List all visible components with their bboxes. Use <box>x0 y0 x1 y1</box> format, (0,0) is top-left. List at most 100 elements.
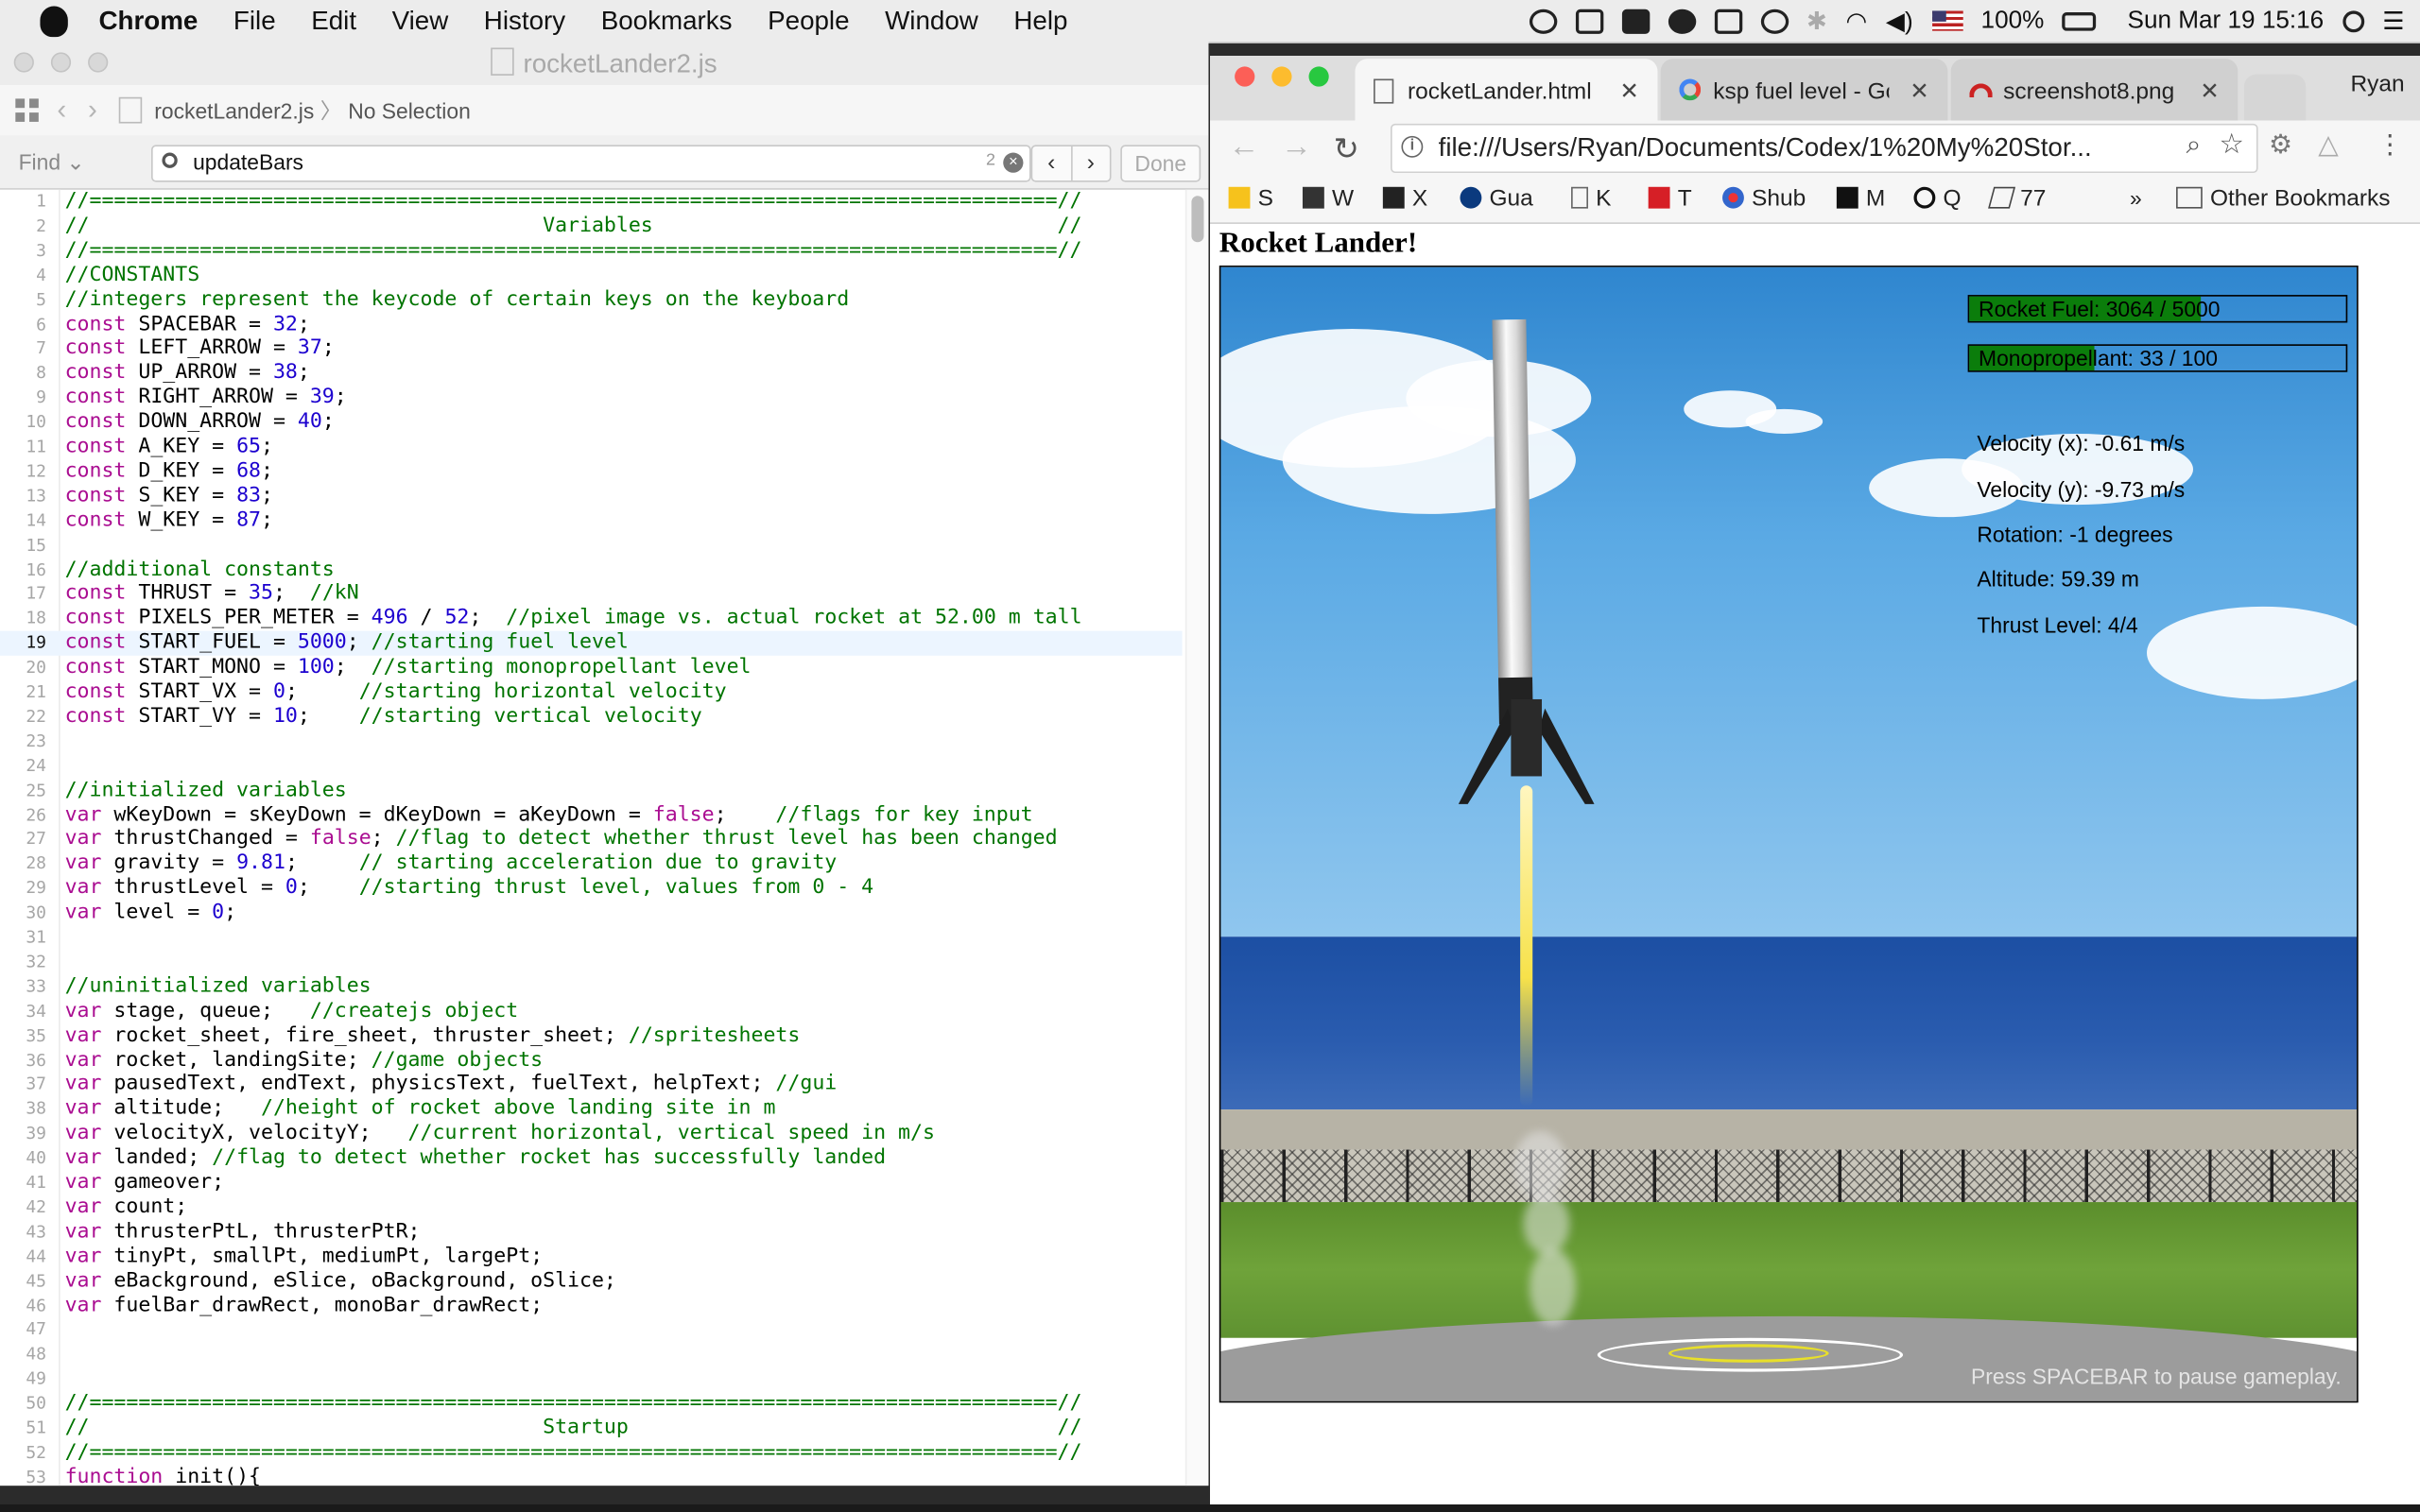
bookmark-star-icon[interactable]: ☆ <box>2220 129 2244 161</box>
back-arrow-icon[interactable]: ‹ <box>57 94 66 127</box>
notification-center-icon[interactable]: ☰ <box>2382 6 2404 37</box>
spotlight-search-icon[interactable] <box>2342 9 2364 32</box>
code-text[interactable]: const A_KEY = 65; <box>65 435 273 459</box>
tab-rocketlander[interactable]: rocketLander.html ✕ <box>1355 59 1658 121</box>
code-line[interactable]: 40 var landed; //flag to detect whether r… <box>0 1146 1183 1171</box>
code-text[interactable]: var velocityX, velocityY; //current hori… <box>65 1122 935 1146</box>
code-line[interactable]: 14 const W_KEY = 87; <box>0 508 1183 533</box>
menu-file[interactable]: File <box>233 6 276 37</box>
lock-circle-icon[interactable] <box>1668 8 1696 34</box>
new-tab-button[interactable] <box>2243 74 2307 121</box>
code-line[interactable]: 20 const START_MONO = 100; //starting mon… <box>0 656 1183 680</box>
code-text[interactable]: const SPACEBAR = 32; <box>65 313 310 337</box>
menu-app-name[interactable]: Chrome <box>98 6 198 37</box>
minimize-button[interactable] <box>1271 66 1292 87</box>
clock[interactable]: Sun Mar 19 15:16 <box>2128 7 2325 34</box>
code-text[interactable]: var level = 0; <box>65 902 237 926</box>
code-line[interactable]: 9 const RIGHT_ARROW = 39; <box>0 386 1183 410</box>
code-line[interactable]: 53 function init(){ <box>0 1466 1183 1486</box>
code-line[interactable]: 34 var stage, queue; //createjs object <box>0 999 1183 1023</box>
code-line[interactable]: 6 const SPACEBAR = 32; <box>0 313 1183 337</box>
apple-icon[interactable] <box>40 5 68 37</box>
code-text[interactable]: const S_KEY = 83; <box>65 484 273 508</box>
code-text[interactable]: var pausedText, endText, physicsText, fu… <box>65 1073 838 1097</box>
drive-icon[interactable]: △ <box>2318 129 2338 161</box>
code-text[interactable]: //additional constants <box>65 558 335 582</box>
code-text[interactable]: // Startup // <box>65 1417 1082 1441</box>
code-line[interactable]: 17 const THRUST = 35; //kN <box>0 582 1183 607</box>
code-text[interactable]: // Variables // <box>65 215 1082 239</box>
tab-google-search[interactable]: ksp fuel level - Go ✕ <box>1660 59 1948 121</box>
code-line[interactable]: 41 var gameover; <box>0 1171 1183 1195</box>
code-line[interactable]: 19 const START_FUEL = 5000; //starting fu… <box>0 630 1183 657</box>
code-line[interactable]: 38 var altitude; //height of rocket above… <box>0 1097 1183 1122</box>
bookmark-s[interactable]: S <box>1228 185 1273 212</box>
bookmark-77[interactable]: 77 <box>1988 185 2046 212</box>
code-line[interactable]: 47 <box>0 1318 1183 1343</box>
code-editor[interactable]: 1 //=====================================… <box>0 189 1209 1486</box>
bookmark-k[interactable]: K <box>1571 185 1612 212</box>
menu-help[interactable]: Help <box>1013 6 1067 37</box>
code-text[interactable]: const LEFT_ARROW = 37; <box>65 336 335 361</box>
lock-icon[interactable] <box>1714 8 1742 34</box>
forward-icon[interactable]: → <box>1281 129 1312 165</box>
next-match-button[interactable]: › <box>1072 146 1110 180</box>
address-bar[interactable]: i file:///Users/Ryan/Documents/Codex/1%2… <box>1391 123 2258 174</box>
related-items-icon[interactable] <box>15 98 39 122</box>
site-info-icon[interactable]: i <box>1401 135 1424 158</box>
code-text[interactable]: //======================================… <box>65 1392 1082 1417</box>
bookmark-q[interactable]: Q <box>1913 185 1962 212</box>
menu-icon[interactable]: ⋮ <box>2377 129 2403 161</box>
editor-scrollbar[interactable] <box>1184 189 1209 1486</box>
code-line[interactable]: 37 var pausedText, endText, physicsText, … <box>0 1073 1183 1097</box>
code-line[interactable]: 48 <box>0 1343 1183 1367</box>
code-line[interactable]: 1 //=====================================… <box>0 190 1183 215</box>
code-text[interactable]: var wKeyDown = sKeyDown = dKeyDown = aKe… <box>65 803 1033 828</box>
code-text[interactable]: var thrusterPtL, thrusterPtR; <box>65 1220 421 1245</box>
terminal-icon[interactable] <box>1621 8 1650 34</box>
code-text[interactable]: const D_KEY = 68; <box>65 459 273 484</box>
code-text[interactable]: var landed; //flag to detect whether roc… <box>65 1146 887 1171</box>
search-icon[interactable] <box>162 152 178 168</box>
code-text[interactable]: //======================================… <box>65 239 1082 264</box>
code-text[interactable]: var count; <box>65 1195 188 1220</box>
code-text[interactable]: var gravity = 9.81; // starting accelera… <box>65 852 838 877</box>
code-line[interactable]: 21 const START_VX = 0; //starting horizon… <box>0 680 1183 705</box>
code-line[interactable]: 3 //=====================================… <box>0 239 1183 264</box>
code-text[interactable]: var thrustLevel = 0; //starting thrust l… <box>65 877 874 902</box>
code-line[interactable]: 22 const START_VY = 10; //starting vertic… <box>0 705 1183 730</box>
breadcrumb-selection[interactable]: No Selection <box>348 98 471 123</box>
code-text[interactable]: const START_MONO = 100; //starting monop… <box>65 656 752 680</box>
code-line[interactable]: 35 var rocket_sheet, fire_sheet, thruster… <box>0 1023 1183 1048</box>
menu-history[interactable]: History <box>484 6 565 37</box>
back-icon[interactable]: ← <box>1229 129 1260 165</box>
code-line[interactable]: 39 var velocityX, velocityY; //current ho… <box>0 1122 1183 1146</box>
breadcrumb-file[interactable]: rocketLander2.js <box>154 98 314 123</box>
code-line[interactable]: 26 var wKeyDown = sKeyDown = dKeyDown = a… <box>0 803 1183 828</box>
code-text[interactable]: //uninitialized variables <box>65 974 372 999</box>
zoom-button[interactable] <box>88 52 109 73</box>
previous-match-button[interactable]: ‹ <box>1032 146 1072 180</box>
code-line[interactable]: 12 const D_KEY = 68; <box>0 459 1183 484</box>
code-text[interactable]: var thrustChanged = false; //flag to det… <box>65 828 1058 852</box>
menu-bookmarks[interactable]: Bookmarks <box>601 6 733 37</box>
code-line[interactable]: 31 <box>0 926 1183 951</box>
code-line[interactable]: 25 //initialized variables <box>0 779 1183 803</box>
find-query[interactable]: updateBars <box>193 149 303 174</box>
code-line[interactable]: 42 var count; <box>0 1195 1183 1220</box>
code-line[interactable]: 36 var rocket, landingSite; //game object… <box>0 1048 1183 1073</box>
other-bookmarks[interactable]: Other Bookmarks <box>2176 185 2391 212</box>
code-line[interactable]: 30 var level = 0; <box>0 902 1183 926</box>
code-text[interactable]: //initialized variables <box>65 779 347 803</box>
volume-icon[interactable]: ◀) <box>1886 6 1913 37</box>
code-line[interactable]: 18 const PIXELS_PER_METER = 496 / 52; //p… <box>0 607 1183 631</box>
code-line[interactable]: 50 //====================================… <box>0 1392 1183 1417</box>
bookmark-w[interactable]: W <box>1302 185 1354 212</box>
battery-icon[interactable] <box>2062 11 2097 30</box>
time-machine-icon[interactable] <box>1760 8 1789 34</box>
code-line[interactable]: 52 //====================================… <box>0 1441 1183 1466</box>
close-tab-icon[interactable]: ✕ <box>1619 77 1639 105</box>
code-text[interactable]: var eBackground, eSlice, oBackground, oS… <box>65 1269 616 1294</box>
forward-arrow-icon[interactable]: › <box>88 94 97 127</box>
scrollbar-thumb[interactable] <box>1191 196 1204 243</box>
